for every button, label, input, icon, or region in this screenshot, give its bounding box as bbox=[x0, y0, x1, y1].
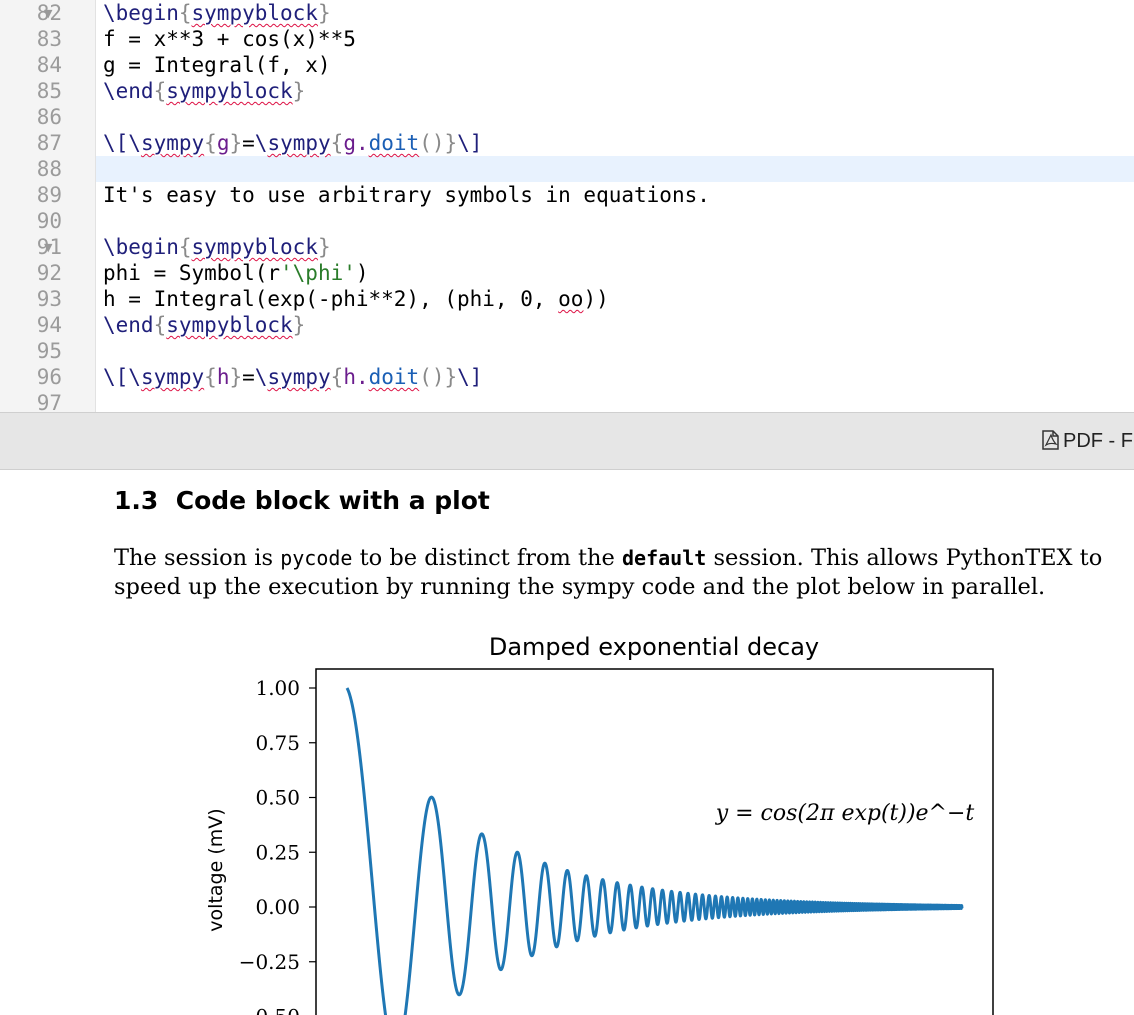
y-axis-label: voltage (mV) bbox=[205, 808, 227, 931]
pdf-file-icon bbox=[1042, 430, 1059, 450]
code-line[interactable]: It's easy to use arbitrary symbols in eq… bbox=[103, 182, 710, 208]
code-line[interactable]: \begin{sympyblock} bbox=[103, 234, 331, 260]
code-line[interactable]: \begin{sympyblock} bbox=[103, 0, 331, 26]
line-number: 85 bbox=[36, 79, 62, 103]
y-tick-label: 0.50 bbox=[255, 786, 300, 810]
line-number: 95 bbox=[36, 339, 62, 363]
y-axis-ticks: 1.00 0.75 0.50 0.25 0.00 −0.25 −0.50 bbox=[239, 676, 316, 1015]
y-tick-label: −0.25 bbox=[239, 950, 300, 974]
code-line[interactable]: phi = Symbol(r'\phi') bbox=[103, 260, 369, 286]
fold-arrow-icon[interactable]: ▼ bbox=[44, 234, 62, 260]
line-number: 86 bbox=[36, 105, 62, 129]
code-editor[interactable]: 82 ▼ 83 84 85 86 87 88 89 90 91 ▼ 92 93 … bbox=[0, 0, 1134, 412]
line-number: 87 bbox=[36, 131, 62, 155]
y-tick-label: 0.25 bbox=[255, 840, 300, 864]
y-tick-label: 0.75 bbox=[255, 731, 300, 755]
line-number: 94 bbox=[36, 313, 62, 337]
y-tick-label: 1.00 bbox=[255, 676, 300, 700]
code-line[interactable]: \end{sympyblock} bbox=[103, 78, 305, 104]
line-number: 97 bbox=[36, 391, 62, 412]
line-number: 83 bbox=[36, 27, 62, 51]
series-line bbox=[345, 686, 964, 1015]
current-line-highlight bbox=[96, 156, 1134, 182]
y-tick-label: 0.00 bbox=[255, 895, 300, 919]
code-line[interactable]: f = x**3 + cos(x)**5 bbox=[103, 26, 356, 52]
line-number: 92 bbox=[36, 261, 62, 285]
code-line[interactable]: \[\sympy{g}=\sympy{g.doit()}\] bbox=[103, 130, 482, 156]
chart-annotation: y = cos(2π exp(t))e^−t bbox=[715, 801, 975, 826]
code-line[interactable]: \[\sympy{h}=\sympy{h.doit()}\] bbox=[103, 364, 482, 390]
code-line[interactable]: h = Integral(exp(-phi**2), (phi, 0, oo)) bbox=[103, 286, 609, 312]
code-line[interactable]: g = Integral(f, x) bbox=[103, 52, 331, 78]
pdf-viewer[interactable]: 1.3 Code block with a plot The session i… bbox=[0, 470, 1134, 1015]
line-number: 90 bbox=[36, 209, 62, 233]
pdf-preview-toolbar: PDF - F bbox=[0, 412, 1134, 470]
y-tick-label: −0.50 bbox=[239, 1005, 300, 1015]
line-number: 84 bbox=[36, 53, 62, 77]
line-number: 93 bbox=[36, 287, 62, 311]
chart-title: Damped exponential decay bbox=[489, 633, 819, 661]
pdf-view-button[interactable]: PDF - F bbox=[1042, 429, 1133, 453]
line-number: 96 bbox=[36, 365, 62, 389]
fold-arrow-icon[interactable]: ▼ bbox=[44, 0, 62, 26]
plot-figure: Damped exponential decay 1.00 0.75 0.50 0.2… bbox=[205, 633, 994, 1015]
pdf-view-label: PDF - F bbox=[1063, 430, 1133, 452]
line-number: 88 bbox=[36, 157, 62, 181]
code-line[interactable]: \end{sympyblock} bbox=[103, 312, 305, 338]
line-number: 89 bbox=[36, 183, 62, 207]
plot-frame bbox=[315, 668, 994, 1015]
series-layer bbox=[345, 686, 964, 1015]
